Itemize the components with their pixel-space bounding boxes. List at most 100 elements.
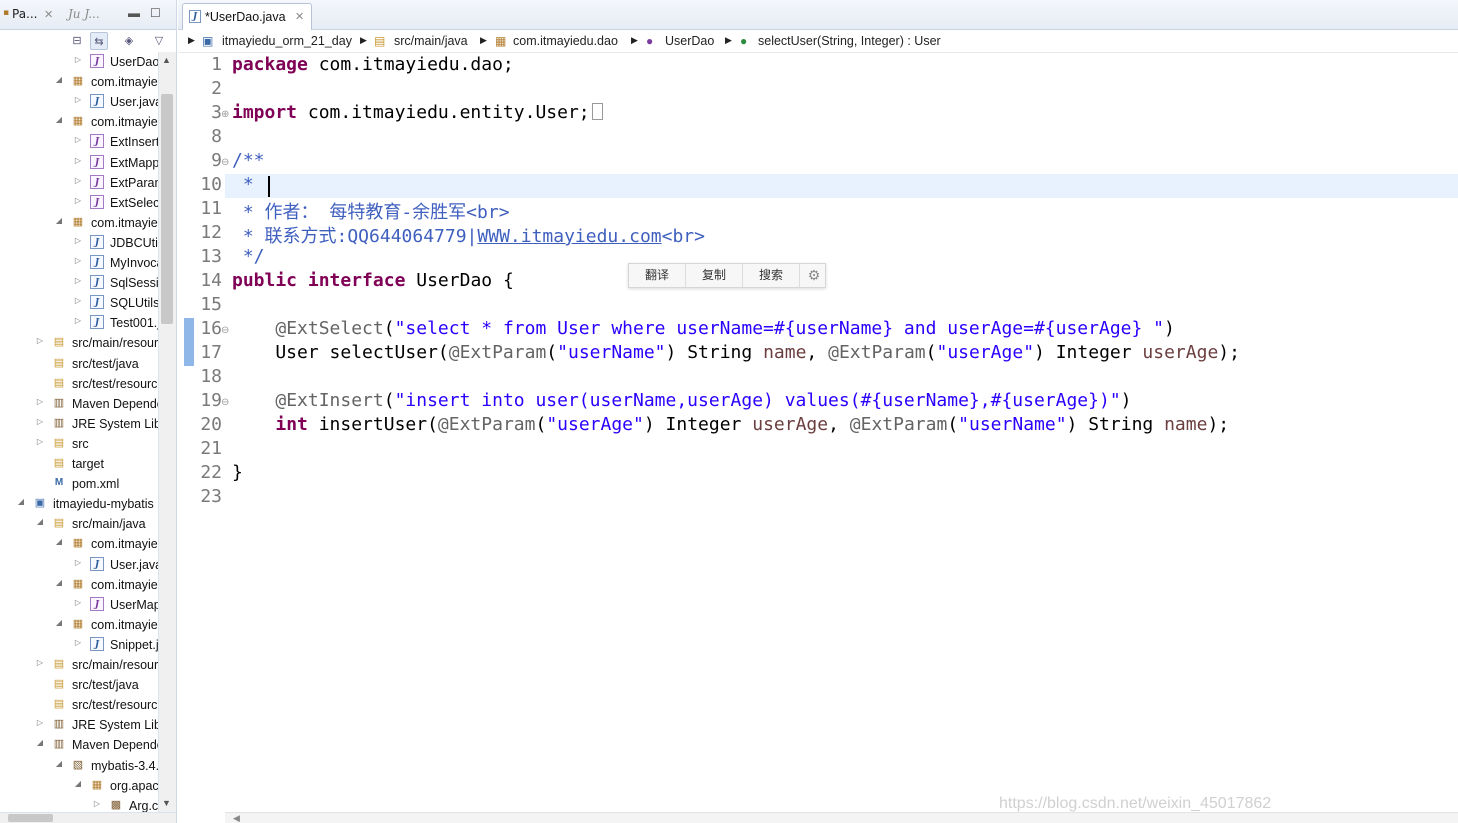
tree-item[interactable]: ▷ J UserDao.ja: [0, 52, 158, 72]
tree-item[interactable]: Mpom.xml: [0, 474, 158, 494]
tree-item[interactable]: ▤ src/test/resources: [0, 695, 158, 715]
collapsed-arrow-icon[interactable]: ▷: [73, 256, 83, 265]
tree-item[interactable]: ▷ J MyInvocati: [0, 253, 158, 273]
tree-item[interactable]: ▷ J Snippet.java: [0, 635, 158, 655]
expand-icon[interactable]: ⊕: [221, 109, 229, 120]
tree-item[interactable]: ▷ J Test001.jav: [0, 313, 158, 333]
tree-item[interactable]: ▷ J User.java: [0, 92, 158, 112]
collapsed-arrow-icon[interactable]: ▷: [92, 799, 102, 808]
folded-imports-marker[interactable]: [591, 103, 603, 120]
focus-icon[interactable]: ◈: [120, 32, 138, 50]
expanded-arrow-icon[interactable]: ◢: [16, 497, 26, 506]
tree-item[interactable]: ▷ J JDBCUtils.ja: [0, 233, 158, 253]
expanded-arrow-icon[interactable]: ◢: [54, 759, 64, 768]
collapsed-arrow-icon[interactable]: ▷: [35, 658, 45, 667]
scroll-left-icon[interactable]: ◀: [233, 813, 240, 823]
tree-hscroll-thumb[interactable]: [8, 814, 53, 822]
tree-item[interactable]: ▷ J ExtSelect.ja: [0, 193, 158, 213]
tree-item[interactable]: ▤ src/test/resources: [0, 374, 158, 394]
expanded-arrow-icon[interactable]: ◢: [54, 578, 64, 587]
collapsed-arrow-icon[interactable]: ▷: [73, 316, 83, 325]
scroll-up-icon[interactable]: ▲: [162, 55, 171, 65]
collapse-icon[interactable]: ⊖: [221, 157, 229, 168]
tree-item[interactable]: ▷ J ExtParam.ja: [0, 173, 158, 193]
view-menu-icon[interactable]: ▽: [150, 32, 168, 50]
collapse-icon[interactable]: ⊖: [221, 325, 229, 336]
collapsed-arrow-icon[interactable]: ▷: [73, 95, 83, 104]
gear-icon[interactable]: ⚙: [802, 264, 826, 287]
tree-item[interactable]: ▷ ▥ Maven Dependen: [0, 394, 158, 414]
expanded-arrow-icon[interactable]: ◢: [54, 537, 64, 546]
link-with-editor-icon[interactable]: ⇆: [90, 32, 108, 50]
collapsed-arrow-icon[interactable]: ▷: [73, 638, 83, 647]
tree-item[interactable]: ▷ J SqlSession.: [0, 273, 158, 293]
minimize-icon[interactable]: ▬: [128, 6, 140, 20]
collapsed-arrow-icon[interactable]: ▷: [35, 336, 45, 345]
translate-button[interactable]: 翻译: [629, 264, 686, 287]
breadcrumb-type[interactable]: UserDao: [665, 34, 714, 48]
editor-horizontal-scrollbar[interactable]: ◀: [225, 812, 1458, 823]
scroll-down-icon[interactable]: ▼: [162, 798, 171, 808]
tree-item[interactable]: ▷ J ExtMapper: [0, 153, 158, 173]
tree-item[interactable]: ▷ ▤ src/main/resource: [0, 333, 158, 353]
collapsed-arrow-icon[interactable]: ▷: [35, 397, 45, 406]
collapsed-arrow-icon[interactable]: ▷: [73, 276, 83, 285]
tree-item[interactable]: ▷ ▤ src/main/resource: [0, 655, 158, 675]
breadcrumb-package[interactable]: com.itmayiedu.dao: [513, 34, 618, 48]
expanded-arrow-icon[interactable]: ◢: [54, 75, 64, 84]
tree-item[interactable]: ▷ J UserMappe: [0, 595, 158, 615]
tree-item[interactable]: ◢ ▦ com.itmayiedu: [0, 213, 158, 233]
maximize-icon[interactable]: ☐: [150, 6, 161, 20]
tree-item[interactable]: ◢ ▦ com.itmayiedu: [0, 575, 158, 595]
collapsed-arrow-icon[interactable]: ▷: [73, 156, 83, 165]
tab-junit[interactable]: Ju J...: [68, 7, 100, 21]
tree-item[interactable]: ▷ ▥ JRE System Librar: [0, 715, 158, 735]
tree-item[interactable]: ◢ ▥ Maven Dependen: [0, 735, 158, 755]
collapsed-arrow-icon[interactable]: ▷: [73, 558, 83, 567]
tree-item[interactable]: ◢ ▤ src/main/java: [0, 514, 158, 534]
tab-userdao-java[interactable]: J *UserDao.java ✕: [182, 3, 312, 30]
tree-item[interactable]: ▷ J SQLUtils.jav: [0, 293, 158, 313]
collapsed-arrow-icon[interactable]: ▷: [73, 296, 83, 305]
collapsed-arrow-icon[interactable]: ▷: [35, 437, 45, 446]
tree-item[interactable]: ▷ ▥ JRE System Librar: [0, 414, 158, 434]
chevron-right-icon[interactable]: ▶: [360, 35, 367, 46]
tree-item[interactable]: ▤ src/test/java: [0, 354, 158, 374]
close-icon[interactable]: ✕: [44, 8, 53, 21]
collapsed-arrow-icon[interactable]: ▷: [35, 417, 45, 426]
expanded-arrow-icon[interactable]: ◢: [54, 115, 64, 124]
chevron-right-icon[interactable]: ▶: [725, 35, 732, 46]
close-icon[interactable]: ✕: [295, 10, 304, 23]
tree-item[interactable]: ▤ target: [0, 454, 158, 474]
expanded-arrow-icon[interactable]: ◢: [54, 618, 64, 627]
tree-horizontal-scrollbar[interactable]: [0, 812, 176, 823]
expanded-arrow-icon[interactable]: ◢: [35, 738, 45, 747]
collapsed-arrow-icon[interactable]: ▷: [35, 718, 45, 727]
copy-button[interactable]: 复制: [686, 264, 743, 287]
tree-item[interactable]: ▷ J ExtInsert.ja: [0, 132, 158, 152]
expanded-arrow-icon[interactable]: ◢: [35, 517, 45, 526]
tree-item[interactable]: ▷ ▤ src: [0, 434, 158, 454]
tree-item[interactable]: ◢ ▧ mybatis-3.4.4.j: [0, 756, 158, 776]
tree-item[interactable]: ▤ src/test/java: [0, 675, 158, 695]
collapsed-arrow-icon[interactable]: ▷: [73, 135, 83, 144]
collapsed-arrow-icon[interactable]: ▷: [73, 55, 83, 64]
breadcrumb-source-folder[interactable]: src/main/java: [394, 34, 468, 48]
tree-scroll-thumb[interactable]: [161, 94, 173, 324]
tree-item[interactable]: ◢ ▦ org.apache: [0, 776, 158, 796]
expanded-arrow-icon[interactable]: ◢: [73, 779, 83, 788]
collapsed-arrow-icon[interactable]: ▷: [73, 236, 83, 245]
tree-vertical-scrollbar[interactable]: ▲ ▼: [158, 52, 176, 812]
expanded-arrow-icon[interactable]: ◢: [54, 216, 64, 225]
search-button[interactable]: 搜索: [743, 264, 800, 287]
tree-item[interactable]: ◢ ▦ com.itmayiedu: [0, 534, 158, 554]
chevron-right-icon[interactable]: ▶: [188, 35, 195, 46]
chevron-right-icon[interactable]: ▶: [631, 35, 638, 46]
comment-link[interactable]: WWW.itmayiedu.com: [477, 226, 661, 247]
collapsed-arrow-icon[interactable]: ▷: [73, 176, 83, 185]
code-editor[interactable]: ⊕ ⊖ ⊖ ⊖ package com.itmayiedu.dao; impor…: [178, 54, 1458, 812]
tree-item[interactable]: ▷ ▩ Arg.clas: [0, 796, 158, 812]
breadcrumb-method[interactable]: selectUser(String, Integer) : User: [758, 34, 941, 48]
collapsed-arrow-icon[interactable]: ▷: [73, 598, 83, 607]
tab-package-explorer[interactable]: Pa...: [12, 7, 38, 21]
